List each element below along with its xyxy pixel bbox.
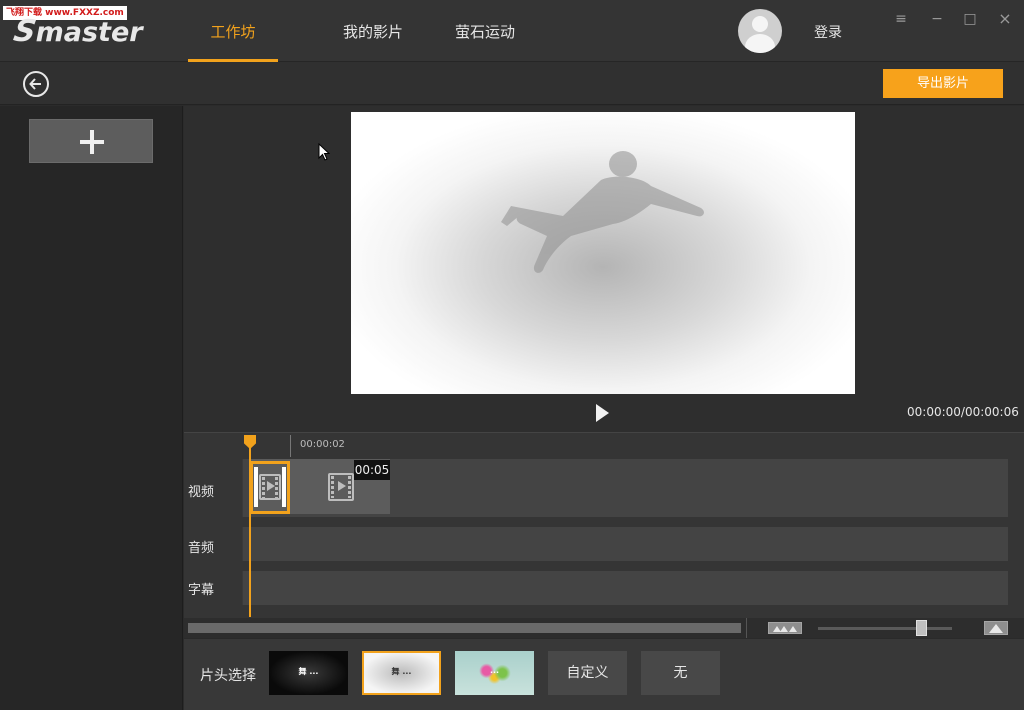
film-icon <box>328 473 354 501</box>
timeline-scroll-row <box>184 618 1024 638</box>
track-label-subtitle: 字幕 <box>188 583 215 598</box>
tab-workshop[interactable]: 工作坊 <box>188 0 278 62</box>
intro-thumb-text: 舞 ... <box>298 667 319 676</box>
playhead-line[interactable] <box>249 447 251 617</box>
minimize-icon[interactable]: − <box>927 10 947 28</box>
clip-trim-handle-right[interactable] <box>282 467 286 507</box>
intro-custom-button[interactable]: 自定义 <box>548 651 627 695</box>
zoom-out-icon[interactable] <box>768 622 802 634</box>
track-label-audio: 音频 <box>188 541 215 556</box>
selected-clip[interactable] <box>250 461 290 514</box>
intro-none-button[interactable]: 无 <box>641 651 720 695</box>
tab-ezviz-sport[interactable]: 萤石运动 <box>440 0 530 62</box>
preview-area: 00:00:00/00:00:06 <box>184 106 1024 432</box>
film-play-triangle <box>267 481 275 491</box>
film-perforation <box>331 476 334 498</box>
intro-selector-label: 片头选择 <box>200 668 256 684</box>
play-icon[interactable] <box>596 404 609 422</box>
film-icon <box>259 474 281 500</box>
intro-thumb-text: 舞 ... <box>391 667 412 676</box>
ruler-tick <box>290 435 291 457</box>
timeline[interactable]: 00:00:02 视频 音频 字幕 00:05 <box>184 432 1024 618</box>
film-play-triangle <box>338 481 346 491</box>
subtitle-track[interactable] <box>242 571 1008 605</box>
film-perforation <box>262 477 265 499</box>
mountain-icon <box>780 626 788 632</box>
zoom-in-icon[interactable] <box>984 621 1008 635</box>
intro-option-dark[interactable]: 舞 ... <box>269 651 348 695</box>
intro-option-color[interactable]: ... <box>455 651 534 695</box>
divider <box>746 618 747 638</box>
tab-my-videos[interactable]: 我的影片 <box>318 0 428 62</box>
close-icon[interactable]: × <box>995 10 1015 28</box>
track-label-video: 视频 <box>188 485 215 500</box>
audio-track[interactable] <box>242 527 1008 561</box>
add-media-button[interactable] <box>29 119 153 163</box>
export-video-button[interactable]: 导出影片 <box>883 69 1003 98</box>
clip-duration-badge: 00:05 <box>354 460 390 480</box>
timeline-scrollbar[interactable] <box>188 623 741 633</box>
mouse-cursor-icon <box>318 142 331 165</box>
clip-trim-handle-left[interactable] <box>254 467 258 507</box>
media-panel <box>0 106 183 710</box>
playhead-marker[interactable] <box>244 435 256 449</box>
mountain-icon <box>989 624 1003 633</box>
title-bar: 飞翔下载 www.FXXZ.com Smaster 工作坊 我的影片 萤石运动 … <box>0 0 1024 62</box>
film-perforation <box>348 476 351 498</box>
intro-selector: 片头选择 舞 ... 舞 ... ... 自定义 无 <box>184 638 1024 710</box>
avatar-head <box>752 16 768 32</box>
logo-mark: S <box>10 14 39 49</box>
video-preview[interactable] <box>351 112 855 394</box>
intro-option-light[interactable]: 舞 ... <box>362 651 441 695</box>
time-readout: 00:00:00/00:00:06 <box>907 405 1019 419</box>
avatar[interactable] <box>738 9 782 53</box>
zoom-slider-track[interactable] <box>818 627 952 630</box>
app-logo: Smaster <box>10 14 143 49</box>
ruler-time-label: 00:00:02 <box>300 439 345 450</box>
login-link[interactable]: 登录 <box>814 22 842 42</box>
mountain-icon <box>789 626 797 632</box>
intro-thumb-text: ... <box>489 666 500 675</box>
logo-text: master <box>35 17 143 48</box>
silhouette-image <box>501 151 704 273</box>
back-arrow-icon[interactable] <box>23 71 49 97</box>
avatar-body <box>745 34 775 53</box>
film-perforation <box>275 477 278 499</box>
maximize-icon[interactable]: □ <box>960 10 980 28</box>
zoom-slider-thumb[interactable] <box>916 620 927 636</box>
toolbar: 导出影片 <box>0 62 1024 105</box>
menu-icon[interactable]: ≡ <box>891 10 911 28</box>
